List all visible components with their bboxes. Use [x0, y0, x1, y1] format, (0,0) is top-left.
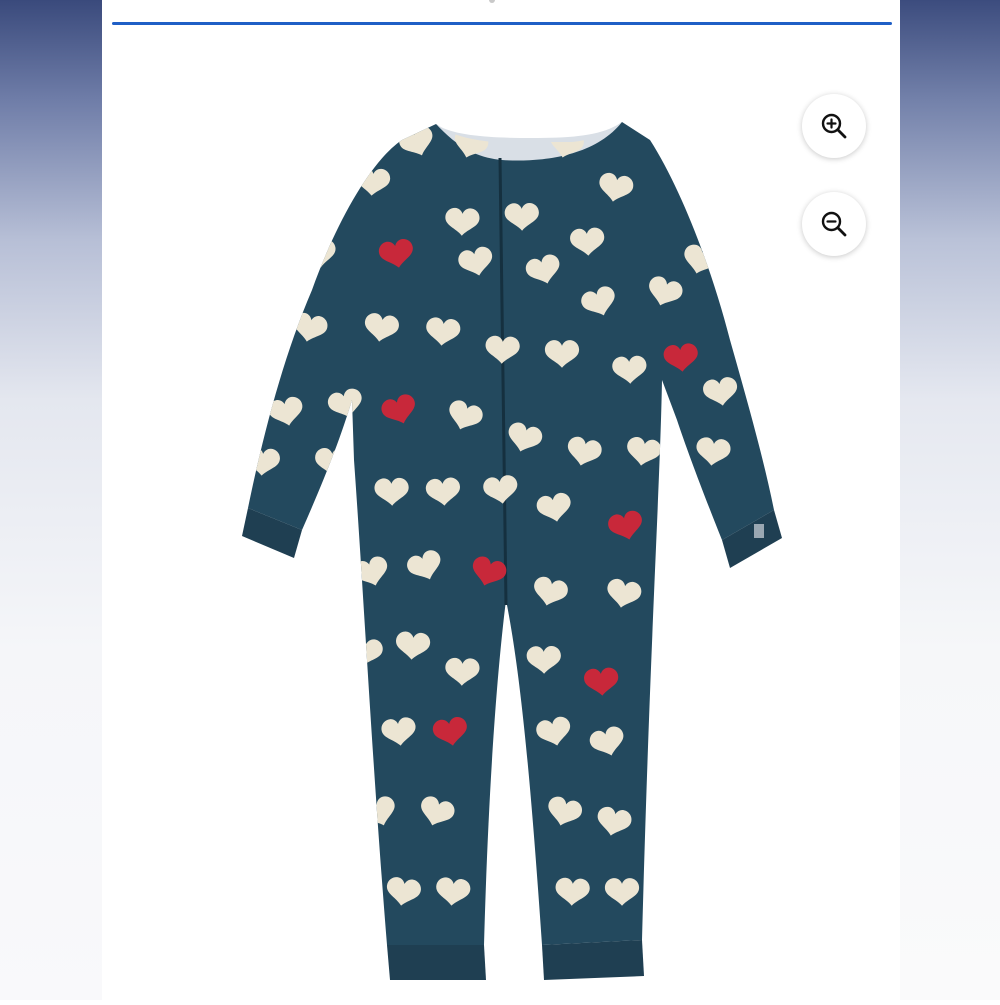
accent-divider: [112, 22, 892, 25]
right-leg-cuff: [542, 940, 644, 980]
left-leg-cuff: [387, 945, 486, 980]
top-indicator: [489, 0, 495, 3]
zoom-out-icon: [821, 211, 847, 237]
brand-tag: [754, 524, 764, 538]
zoom-in-icon: [821, 113, 847, 139]
right-backdrop: [898, 0, 1000, 1000]
product-image[interactable]: [102, 40, 900, 1000]
product-image-panel: [102, 0, 900, 1000]
zoom-in-button[interactable]: [802, 94, 866, 158]
romper-illustration: [242, 122, 782, 980]
zoom-out-button[interactable]: [802, 192, 866, 256]
cream-heart-print: [310, 149, 348, 183]
left-backdrop: [0, 0, 102, 1000]
